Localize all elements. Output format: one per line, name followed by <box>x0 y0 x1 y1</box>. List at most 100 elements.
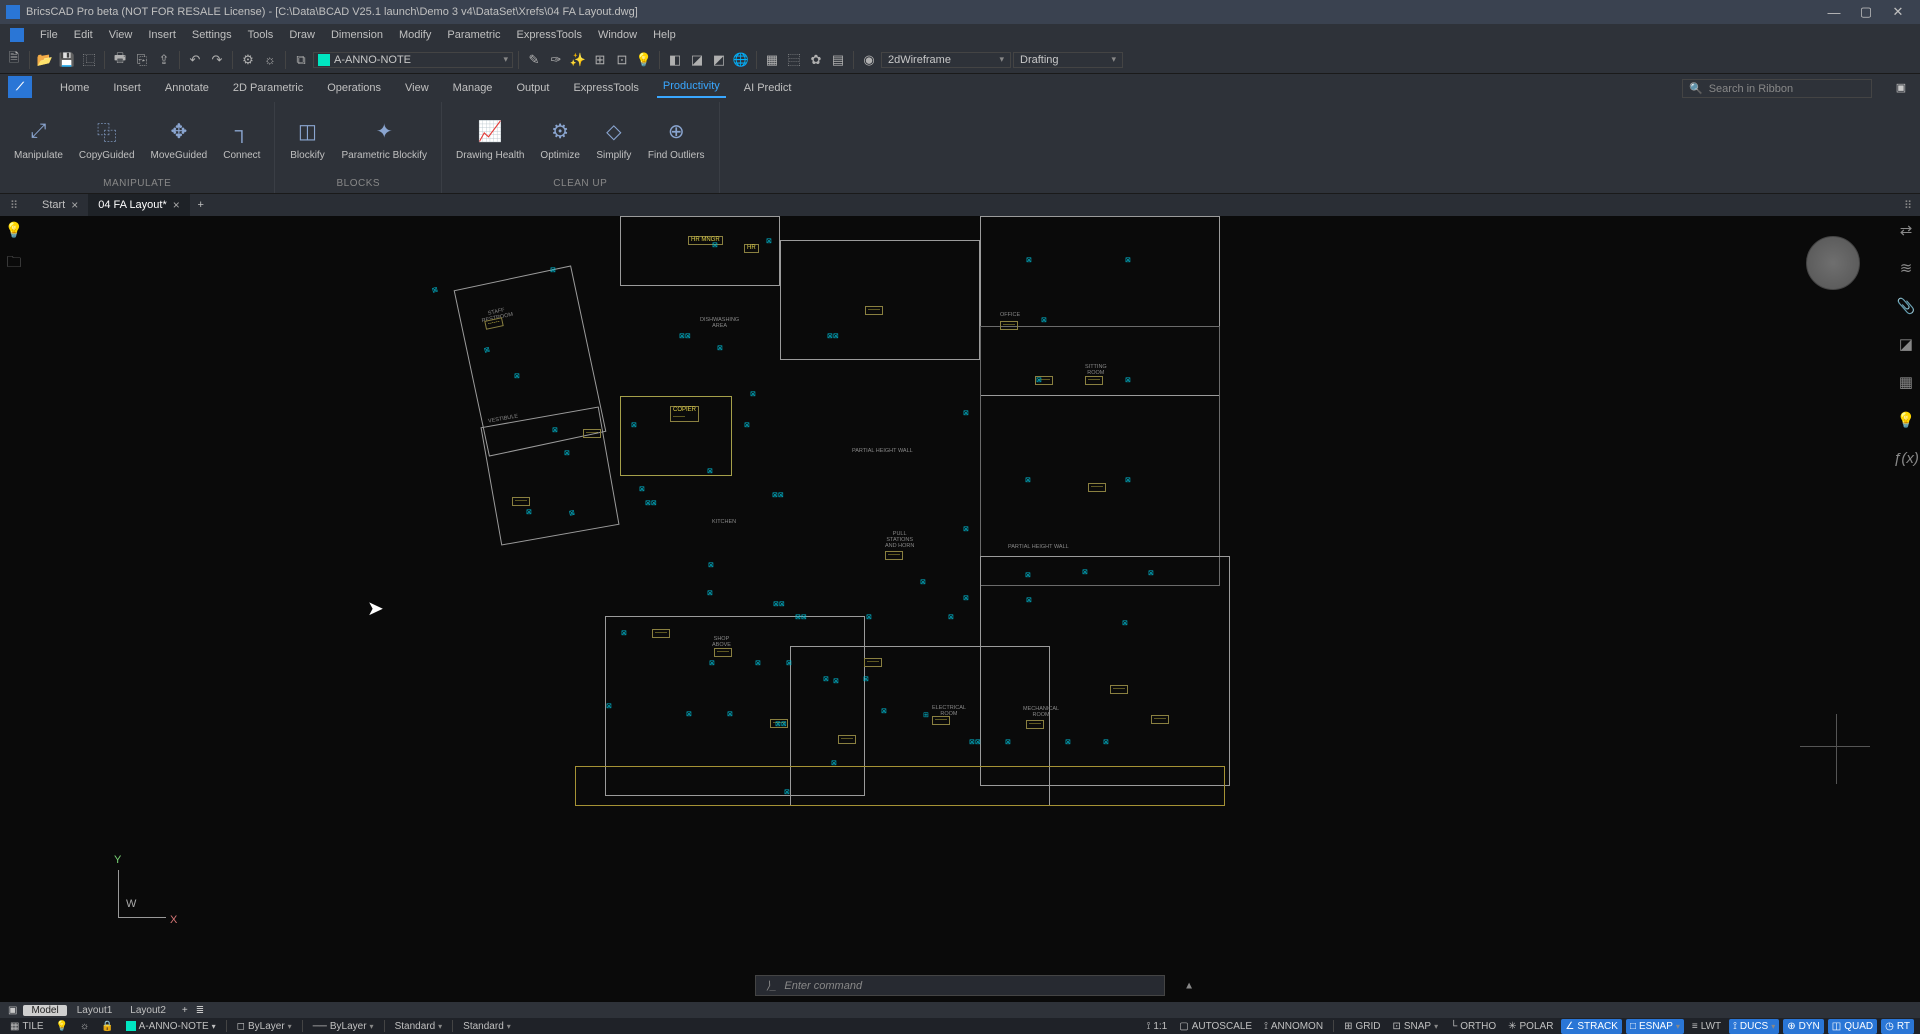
drawing-tabs-handle-right[interactable]: ⠿ <box>1904 199 1912 212</box>
menu-settings[interactable]: Settings <box>184 29 240 41</box>
drawing-tab-04falayout[interactable]: 04 FA Layout* × <box>88 194 190 216</box>
drawing-tab-add[interactable]: + <box>190 194 212 216</box>
close-icon[interactable]: × <box>71 198 78 212</box>
app-menu-tab[interactable]: ⟋ <box>8 76 32 98</box>
drawing-viewport[interactable]: 💡 🗀 ⇄ ≋ 📎 ◪ ▦ 💡 ƒ(x) HR MNGR HR ------ C… <box>0 216 1920 1002</box>
status-annoscale[interactable]: ⟟ 1:1 <box>1143 1019 1172 1034</box>
qat-ai-icon[interactable]: ✨ <box>568 50 588 70</box>
qat-arr-icon[interactable]: ⿳ <box>784 50 804 70</box>
status-dimstyle[interactable]: Standard <box>459 1019 515 1034</box>
btn-copyguided[interactable]: ⿻CopyGuided <box>73 102 141 176</box>
btn-findoutliers[interactable]: ⊕Find Outliers <box>642 102 711 176</box>
menu-dimension[interactable]: Dimension <box>323 29 391 41</box>
layout-tab-add[interactable]: + <box>176 1005 194 1016</box>
status-polar[interactable]: ✳ POLAR <box>1504 1019 1557 1034</box>
qat-save-icon[interactable]: 💾 <box>57 50 77 70</box>
qat-publish-icon[interactable]: ⇪ <box>154 50 174 70</box>
right-settings-icon[interactable]: ⇄ <box>1896 220 1916 240</box>
menu-parametric[interactable]: Parametric <box>439 29 508 41</box>
qat-printpreview-icon[interactable]: ⎘ <box>132 50 152 70</box>
layer-dropdown[interactable]: A-ANNO-NOTE ▾ <box>313 52 513 68</box>
status-grid[interactable]: ⊞ GRID <box>1340 1019 1384 1034</box>
status-ortho[interactable]: └ ORTHO <box>1446 1019 1500 1034</box>
menu-modify[interactable]: Modify <box>391 29 439 41</box>
drawing-tabs-handle[interactable]: ⠿ <box>10 199 18 212</box>
status-rt[interactable]: ◷ RT <box>1881 1019 1914 1034</box>
qat-cube3-icon[interactable]: ◩ <box>709 50 729 70</box>
drawing-tab-start[interactable]: Start × <box>32 194 88 216</box>
right-attach-icon[interactable]: 📎 <box>1896 296 1916 316</box>
status-layer[interactable]: A-ANNO-NOTE▾ <box>122 1019 220 1034</box>
qat-render-icon[interactable]: ◉ <box>859 50 879 70</box>
qat-sun-icon[interactable]: ☼ <box>260 50 280 70</box>
status-lock-icon[interactable]: 🔒 <box>97 1019 117 1034</box>
qat-group-icon[interactable]: ⊞ <box>590 50 610 70</box>
structure-icon[interactable]: 🗀 <box>4 254 24 274</box>
btn-moveguided[interactable]: ✥MoveGuided <box>145 102 214 176</box>
right-fx-icon[interactable]: ƒ(x) <box>1896 448 1916 468</box>
btn-connect[interactable]: ┐Connect <box>217 102 266 176</box>
menu-window[interactable]: Window <box>590 29 645 41</box>
tab-annotate[interactable]: Annotate <box>159 78 215 98</box>
viewcube[interactable] <box>1806 236 1860 290</box>
qat-cube2-icon[interactable]: ◪ <box>687 50 707 70</box>
layout-tab-list-icon[interactable]: ≣ <box>196 1005 204 1016</box>
right-light-icon[interactable]: 💡 <box>1896 410 1916 430</box>
qat-cube1-icon[interactable]: ◧ <box>665 50 685 70</box>
qat-saveall-icon[interactable]: ⿺ <box>79 50 99 70</box>
qat-brush-icon[interactable]: ✑ <box>546 50 566 70</box>
qat-redo-icon[interactable]: ↷ <box>207 50 227 70</box>
menu-file[interactable]: File <box>32 29 66 41</box>
tab-insert[interactable]: Insert <box>107 78 147 98</box>
tab-operations[interactable]: Operations <box>321 78 387 98</box>
maximize-button[interactable]: ▢ <box>1850 2 1882 22</box>
tab-home[interactable]: Home <box>54 78 95 98</box>
qat-settings-icon[interactable]: ⚙ <box>238 50 258 70</box>
ribbon-search-input[interactable]: Search in Ribbon <box>1682 79 1872 98</box>
tab-productivity[interactable]: Productivity <box>657 76 726 98</box>
qat-sheet-icon[interactable]: ▤ <box>828 50 848 70</box>
btn-drawinghealth[interactable]: 📈Drawing Health <box>450 102 530 176</box>
btn-parametricblockify[interactable]: ✦Parametric Blockify <box>335 102 433 176</box>
workspace-dropdown[interactable]: Drafting ▾ <box>1013 52 1123 68</box>
layout-tab-model[interactable]: Model <box>23 1005 66 1016</box>
right-grid-icon[interactable]: ▦ <box>1896 372 1916 392</box>
tab-view[interactable]: View <box>399 78 435 98</box>
status-textstyle[interactable]: Standard <box>391 1019 447 1034</box>
tab-2dparametric[interactable]: 2D Parametric <box>227 78 309 98</box>
btn-optimize[interactable]: ⚙Optimize <box>534 102 585 176</box>
qat-layers-icon[interactable]: ⧉ <box>291 50 311 70</box>
right-materials-icon[interactable]: ◪ <box>1896 334 1916 354</box>
app-logo[interactable] <box>10 28 24 42</box>
layout-tab-menu-icon[interactable]: ▣ <box>8 1005 17 1016</box>
close-button[interactable]: ✕ <box>1882 2 1914 22</box>
right-layers-icon[interactable]: ≋ <box>1896 258 1916 278</box>
btn-simplify[interactable]: ◇Simplify <box>590 102 638 176</box>
qat-iso-icon[interactable]: ⊡ <box>612 50 632 70</box>
btn-blockify[interactable]: ◫Blockify <box>283 102 331 176</box>
minimize-button[interactable]: — <box>1818 2 1850 22</box>
tab-expresstools[interactable]: ExpressTools <box>567 78 644 98</box>
status-annomon[interactable]: ⟟ ANNOMON <box>1260 1019 1327 1034</box>
menu-expresstools[interactable]: ExpressTools <box>509 29 590 41</box>
command-expand-icon[interactable]: ▲ <box>1184 980 1194 991</box>
qat-open-icon[interactable]: 📂 <box>35 50 55 70</box>
layout-tab-layout2[interactable]: Layout2 <box>122 1005 174 1016</box>
qat-gear-icon[interactable]: ✿ <box>806 50 826 70</box>
menu-tools[interactable]: Tools <box>240 29 282 41</box>
menu-view[interactable]: View <box>101 29 141 41</box>
qat-globe-icon[interactable]: 🌐 <box>731 50 751 70</box>
btn-manipulate[interactable]: ⤢Manipulate <box>8 102 69 176</box>
command-line[interactable]: ⟩_ Enter command ▲ <box>755 975 1165 996</box>
tips-icon[interactable]: 💡 <box>4 220 24 240</box>
qat-print-icon[interactable]: 🖶 <box>110 50 130 70</box>
close-icon[interactable]: × <box>173 198 180 212</box>
layout-tab-layout1[interactable]: Layout1 <box>69 1005 121 1016</box>
menu-edit[interactable]: Edit <box>66 29 101 41</box>
menu-draw[interactable]: Draw <box>281 29 323 41</box>
status-esnap[interactable]: □ ESNAP <box>1626 1019 1684 1034</box>
status-snap[interactable]: ⊡ SNAP <box>1388 1019 1442 1034</box>
qat-light-icon[interactable]: 💡 <box>634 50 654 70</box>
menu-insert[interactable]: Insert <box>140 29 184 41</box>
status-linetype[interactable]: ──ByLayer <box>309 1019 378 1034</box>
